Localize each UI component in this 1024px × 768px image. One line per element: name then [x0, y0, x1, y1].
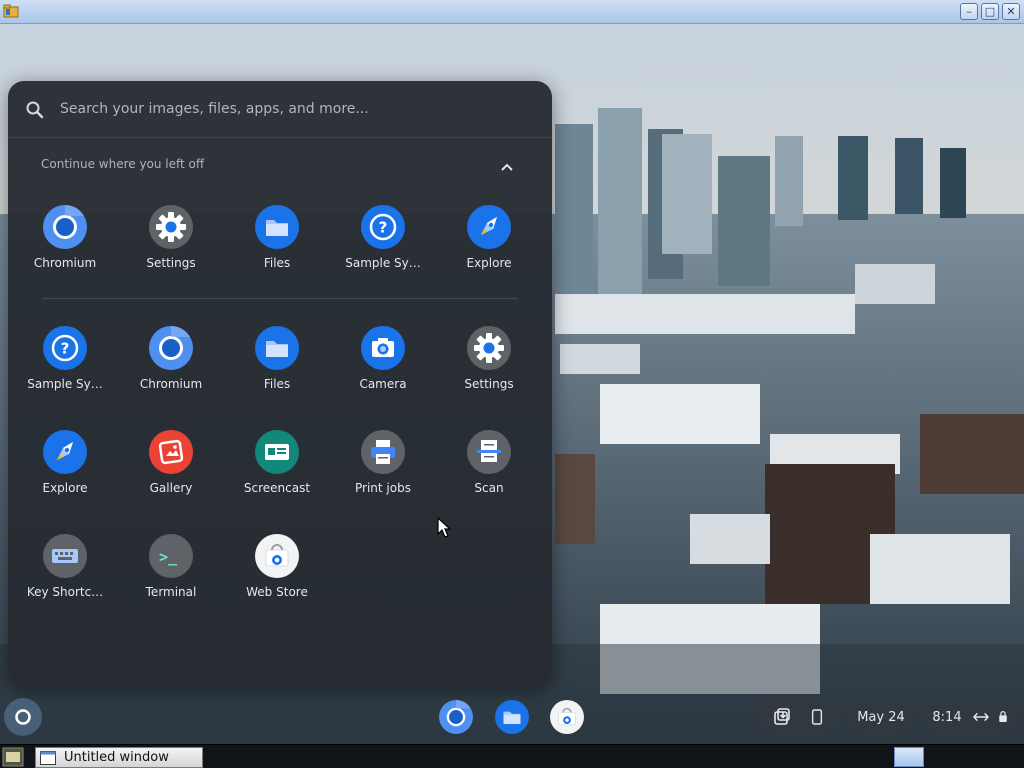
app-label: Explore	[42, 481, 88, 495]
search-input[interactable]	[60, 95, 530, 123]
continue-section-label: Continue where you left off	[41, 157, 205, 171]
recent-app-explore[interactable]: Explore	[439, 205, 539, 275]
app-label: Settings	[146, 256, 196, 270]
host-taskbar: Untitled window	[0, 744, 1024, 768]
search-bar	[8, 81, 552, 138]
start-menu-icon[interactable]	[2, 747, 24, 767]
app-print-jobs[interactable]: Print jobs	[333, 430, 433, 500]
app-launcher: Continue where you left off Chromium Sett…	[8, 81, 552, 686]
recent-app-files[interactable]: Files	[227, 205, 327, 275]
app-scan[interactable]: Scan	[439, 430, 539, 500]
gallery-icon	[149, 430, 193, 474]
app-label: Web Store	[246, 585, 308, 599]
tray-holding-space[interactable]	[756, 699, 840, 735]
settings-gear-icon	[467, 326, 511, 370]
app-screencast[interactable]: Screencast	[227, 430, 327, 500]
app-label: Print jobs	[355, 481, 411, 495]
camera-icon	[361, 326, 405, 370]
shelf-web-store[interactable]	[550, 700, 584, 734]
app-settings[interactable]: Settings	[439, 326, 539, 396]
svg-text:?: ?	[61, 340, 70, 358]
app-label: Sample Sy…	[345, 256, 421, 270]
app-terminal[interactable]: >_ Terminal	[121, 534, 221, 604]
app-label: Explore	[466, 256, 512, 270]
app-label: Files	[263, 377, 291, 391]
tray-date[interactable]: May 24	[846, 699, 916, 735]
web-store-icon	[550, 700, 584, 734]
launcher-button[interactable]	[4, 698, 42, 736]
maximize-icon[interactable]: □	[981, 3, 999, 20]
printer-icon	[361, 430, 405, 474]
close-icon[interactable]: ✕	[1002, 3, 1020, 20]
app-label: Screencast	[243, 481, 311, 495]
search-icon	[25, 100, 45, 120]
app-label: Files	[263, 256, 291, 270]
keyboard-icon	[43, 534, 87, 578]
collapse-button[interactable]	[496, 157, 518, 177]
chromium-icon	[43, 205, 87, 249]
app-label: Chromium	[139, 377, 203, 391]
settings-gear-icon	[149, 205, 193, 249]
chevron-up-icon	[501, 163, 513, 171]
chromium-icon	[149, 326, 193, 370]
screencast-icon	[255, 430, 299, 474]
show-desktop-button[interactable]	[894, 747, 924, 767]
app-label: Settings	[464, 377, 514, 391]
web-store-icon	[255, 534, 299, 578]
files-folder-icon	[255, 326, 299, 370]
app-camera[interactable]: Camera	[333, 326, 433, 396]
app-key-shortc[interactable]: Key Shortc…	[15, 534, 115, 604]
recent-app-settings[interactable]: Settings	[121, 205, 221, 275]
battery-lock-icon	[998, 710, 1007, 722]
app-chromium[interactable]: Chromium	[121, 326, 221, 396]
mouse-cursor-icon	[437, 517, 452, 538]
section-divider	[42, 298, 518, 299]
network-arrows-icon	[972, 712, 989, 722]
task-label: Untitled window	[64, 750, 169, 765]
shelf: May 24 8:14	[0, 694, 1024, 744]
minimize-icon[interactable]: –	[960, 3, 978, 20]
help-question-icon: ?	[361, 205, 405, 249]
shelf-files[interactable]	[495, 700, 529, 734]
app-label: Camera	[359, 377, 407, 391]
svg-text:>_: >_	[159, 548, 178, 566]
files-folder-icon	[495, 700, 529, 734]
app-web-store[interactable]: Web Store	[227, 534, 327, 604]
app-label: Sample Sy…	[27, 377, 103, 391]
terminal-icon: >_	[149, 534, 193, 578]
launcher-circle-icon	[15, 709, 31, 725]
desktop: Continue where you left off Chromium Sett…	[0, 24, 1024, 744]
app-label: Gallery	[149, 481, 193, 495]
app-label: Terminal	[145, 585, 197, 599]
recent-app-sample-sy[interactable]: ? Sample Sy…	[333, 205, 433, 275]
explore-rocket-icon	[43, 430, 87, 474]
app-explore[interactable]: Explore	[15, 430, 115, 500]
recent-app-chromium[interactable]: Chromium	[15, 205, 115, 275]
app-label: Key Shortc…	[26, 585, 104, 599]
chromium-icon	[439, 700, 473, 734]
window-titlebar: – □ ✕	[0, 0, 1024, 24]
app-sample-sy[interactable]: ? Sample Sy…	[15, 326, 115, 396]
folder-icon[interactable]	[3, 3, 19, 19]
window-icon	[40, 750, 56, 765]
taskbar-item-untitled-window[interactable]: Untitled window	[35, 747, 203, 768]
tray-status[interactable]: 8:14	[921, 699, 1019, 735]
files-folder-icon	[255, 205, 299, 249]
scanner-icon	[467, 430, 511, 474]
help-question-icon: ?	[43, 326, 87, 370]
phone-hub-icon	[811, 709, 823, 725]
app-label: Scan	[474, 481, 504, 495]
tray-time: 8:14	[932, 709, 962, 725]
explore-rocket-icon	[467, 205, 511, 249]
app-label: Chromium	[33, 256, 97, 270]
shelf-chromium[interactable]	[439, 700, 473, 734]
svg-text:?: ?	[379, 219, 388, 237]
app-files[interactable]: Files	[227, 326, 327, 396]
holding-space-icon	[774, 708, 790, 725]
app-gallery[interactable]: Gallery	[121, 430, 221, 500]
